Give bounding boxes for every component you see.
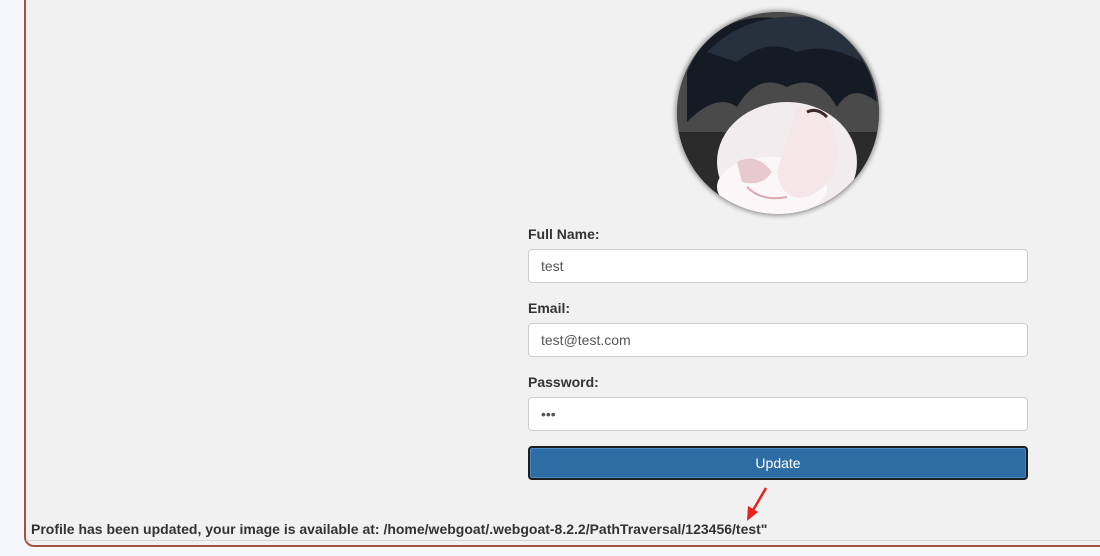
panel-divider	[26, 540, 1100, 541]
full-name-label: Full Name:	[528, 226, 600, 242]
left-margin	[0, 0, 24, 556]
status-message: Profile has been updated, your image is …	[31, 521, 768, 537]
email-label: Email:	[528, 300, 571, 316]
email-input[interactable]: test@test.com	[528, 323, 1028, 357]
update-button[interactable]: Update	[528, 446, 1028, 480]
profile-avatar	[677, 12, 879, 214]
full-name-input[interactable]: test	[528, 249, 1028, 283]
password-input[interactable]: •••	[528, 397, 1028, 431]
page: Full Name: test Email: test@test.com Pas…	[0, 0, 1100, 556]
password-label: Password:	[528, 374, 599, 390]
annotation-arrow-icon	[747, 487, 768, 521]
avatar-image	[677, 12, 879, 214]
